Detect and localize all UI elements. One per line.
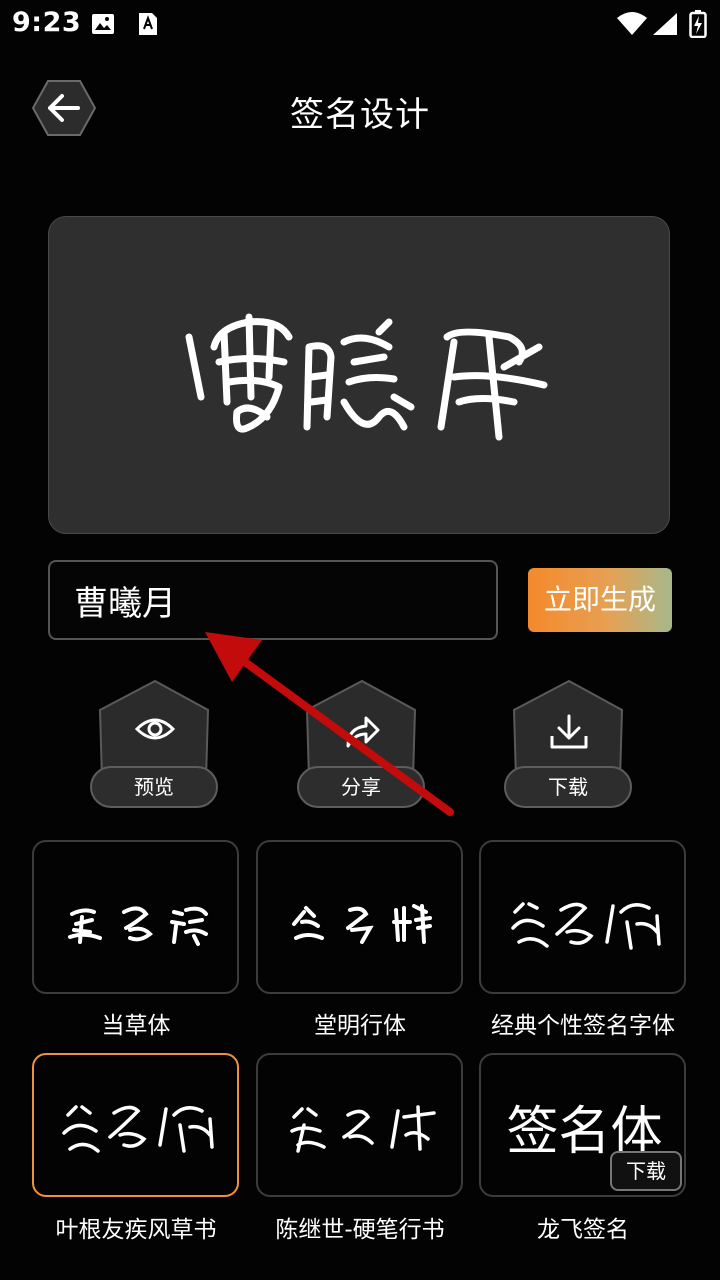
cellular-signal-icon [653,13,677,35]
font-card-dangcao[interactable] [32,840,239,994]
font-sample [68,906,208,946]
eye-icon [135,718,175,740]
generate-button[interactable]: 立即生成 [528,568,672,632]
download-label: 下载 [504,766,632,808]
name-input[interactable] [48,560,498,640]
download-font-badge[interactable]: 下载 [610,1151,682,1191]
download-icon [550,714,588,749]
preview-button[interactable]: 预览 [90,680,220,810]
download-button[interactable]: 下载 [504,680,634,810]
font-sample [292,904,432,944]
share-label: 分享 [297,766,425,808]
page-title: 签名设计 [290,95,430,135]
font-card-yegenyou[interactable] [32,1053,239,1197]
font-sample [62,1105,214,1153]
top-bar: 签名设计 [0,70,720,150]
font-name: 叶根友疾风草书 [55,1217,217,1243]
status-bar: 9:23 [0,0,720,48]
app-notification-icon [139,13,157,35]
signature-preview-card [48,216,670,534]
font-card-chenjishi[interactable] [256,1053,463,1197]
font-name: 堂明行体 [314,1013,406,1039]
battery-icon [689,10,707,38]
font-sample [511,902,661,950]
signature-preview [185,313,548,441]
font-name: 龙飞签名 [537,1217,629,1243]
font-card-tangming[interactable] [256,840,463,994]
share-button[interactable]: 分享 [297,680,427,810]
image-notification-icon [92,14,114,34]
preview-label: 预览 [90,766,218,808]
font-card-jingdian[interactable] [479,840,686,994]
status-time: 9:23 [12,7,82,38]
font-name: 当草体 [101,1013,171,1039]
share-icon [346,716,380,748]
font-name: 经典个性签名字体 [491,1013,675,1039]
wifi-icon [617,12,647,35]
font-sample [290,1105,436,1153]
font-name: 陈继世-硬笔行书 [275,1217,445,1243]
